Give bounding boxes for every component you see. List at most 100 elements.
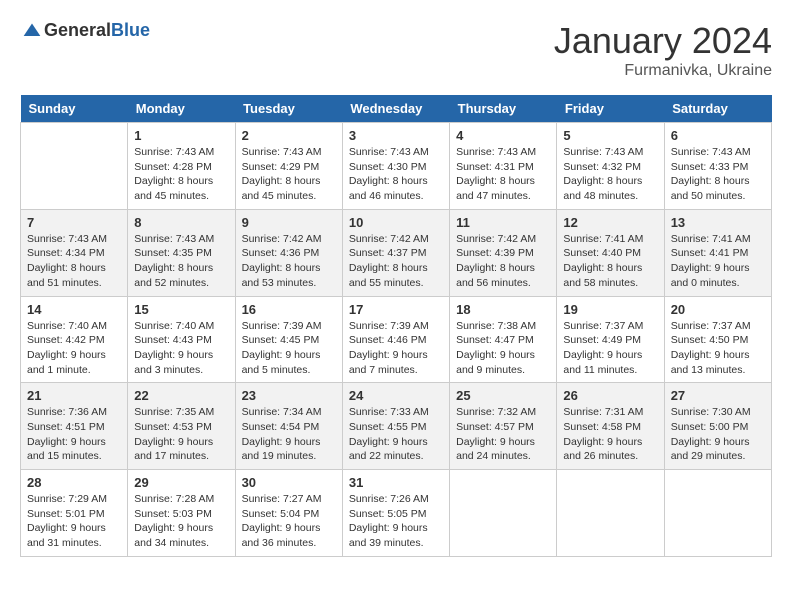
date-number: 20 xyxy=(671,302,765,317)
daylight-text: Daylight: 8 hours and 53 minutes. xyxy=(242,261,336,290)
date-number: 7 xyxy=(27,215,121,230)
daylight-text: Daylight: 8 hours and 58 minutes. xyxy=(563,261,657,290)
date-number: 24 xyxy=(349,388,443,403)
calendar-cell xyxy=(450,470,557,557)
cell-content: Sunrise: 7:43 AM Sunset: 4:30 PM Dayligh… xyxy=(349,145,443,204)
date-number: 29 xyxy=(134,475,228,490)
date-number: 13 xyxy=(671,215,765,230)
calendar-cell: 1 Sunrise: 7:43 AM Sunset: 4:28 PM Dayli… xyxy=(128,123,235,210)
calendar-cell: 25 Sunrise: 7:32 AM Sunset: 4:57 PM Dayl… xyxy=(450,383,557,470)
sunset-text: Sunset: 4:28 PM xyxy=(134,160,228,175)
weekday-header-row: SundayMondayTuesdayWednesdayThursdayFrid… xyxy=(21,95,772,123)
cell-content: Sunrise: 7:42 AM Sunset: 4:36 PM Dayligh… xyxy=(242,232,336,291)
sunrise-text: Sunrise: 7:40 AM xyxy=(134,319,228,334)
date-number: 16 xyxy=(242,302,336,317)
calendar-cell: 16 Sunrise: 7:39 AM Sunset: 4:45 PM Dayl… xyxy=(235,296,342,383)
sunrise-text: Sunrise: 7:43 AM xyxy=(563,145,657,160)
cell-content: Sunrise: 7:33 AM Sunset: 4:55 PM Dayligh… xyxy=(349,405,443,464)
daylight-text: Daylight: 9 hours and 34 minutes. xyxy=(134,521,228,550)
sunrise-text: Sunrise: 7:32 AM xyxy=(456,405,550,420)
cell-content: Sunrise: 7:29 AM Sunset: 5:01 PM Dayligh… xyxy=(27,492,121,551)
cell-content: Sunrise: 7:36 AM Sunset: 4:51 PM Dayligh… xyxy=(27,405,121,464)
sunrise-text: Sunrise: 7:43 AM xyxy=(134,232,228,247)
sunrise-text: Sunrise: 7:33 AM xyxy=(349,405,443,420)
daylight-text: Daylight: 9 hours and 7 minutes. xyxy=(349,348,443,377)
date-number: 12 xyxy=(563,215,657,230)
date-number: 19 xyxy=(563,302,657,317)
date-number: 23 xyxy=(242,388,336,403)
daylight-text: Daylight: 8 hours and 52 minutes. xyxy=(134,261,228,290)
date-number: 15 xyxy=(134,302,228,317)
sunrise-text: Sunrise: 7:27 AM xyxy=(242,492,336,507)
cell-content: Sunrise: 7:43 AM Sunset: 4:33 PM Dayligh… xyxy=(671,145,765,204)
sunset-text: Sunset: 4:37 PM xyxy=(349,246,443,261)
sunset-text: Sunset: 4:42 PM xyxy=(27,333,121,348)
calendar-cell: 30 Sunrise: 7:27 AM Sunset: 5:04 PM Dayl… xyxy=(235,470,342,557)
cell-content: Sunrise: 7:39 AM Sunset: 4:46 PM Dayligh… xyxy=(349,319,443,378)
date-number: 6 xyxy=(671,128,765,143)
sunrise-text: Sunrise: 7:38 AM xyxy=(456,319,550,334)
sunset-text: Sunset: 4:57 PM xyxy=(456,420,550,435)
date-number: 2 xyxy=(242,128,336,143)
sunset-text: Sunset: 4:34 PM xyxy=(27,246,121,261)
daylight-text: Daylight: 8 hours and 45 minutes. xyxy=(134,174,228,203)
calendar-cell xyxy=(557,470,664,557)
calendar-cell: 17 Sunrise: 7:39 AM Sunset: 4:46 PM Dayl… xyxy=(342,296,449,383)
sunrise-text: Sunrise: 7:41 AM xyxy=(563,232,657,247)
calendar-cell: 2 Sunrise: 7:43 AM Sunset: 4:29 PM Dayli… xyxy=(235,123,342,210)
cell-content: Sunrise: 7:28 AM Sunset: 5:03 PM Dayligh… xyxy=(134,492,228,551)
daylight-text: Daylight: 9 hours and 3 minutes. xyxy=(134,348,228,377)
date-number: 21 xyxy=(27,388,121,403)
sunrise-text: Sunrise: 7:43 AM xyxy=(27,232,121,247)
cell-content: Sunrise: 7:42 AM Sunset: 4:37 PM Dayligh… xyxy=(349,232,443,291)
calendar-cell: 9 Sunrise: 7:42 AM Sunset: 4:36 PM Dayli… xyxy=(235,209,342,296)
date-number: 8 xyxy=(134,215,228,230)
date-number: 11 xyxy=(456,215,550,230)
sunset-text: Sunset: 4:40 PM xyxy=(563,246,657,261)
sunset-text: Sunset: 5:05 PM xyxy=(349,507,443,522)
sunrise-text: Sunrise: 7:43 AM xyxy=(456,145,550,160)
date-number: 27 xyxy=(671,388,765,403)
calendar-week-row: 28 Sunrise: 7:29 AM Sunset: 5:01 PM Dayl… xyxy=(21,470,772,557)
weekday-header-sunday: Sunday xyxy=(21,95,128,123)
calendar-cell: 18 Sunrise: 7:38 AM Sunset: 4:47 PM Dayl… xyxy=(450,296,557,383)
cell-content: Sunrise: 7:43 AM Sunset: 4:34 PM Dayligh… xyxy=(27,232,121,291)
calendar-cell xyxy=(664,470,771,557)
calendar-cell: 27 Sunrise: 7:30 AM Sunset: 5:00 PM Dayl… xyxy=(664,383,771,470)
sunset-text: Sunset: 4:33 PM xyxy=(671,160,765,175)
calendar-cell: 26 Sunrise: 7:31 AM Sunset: 4:58 PM Dayl… xyxy=(557,383,664,470)
calendar-cell: 15 Sunrise: 7:40 AM Sunset: 4:43 PM Dayl… xyxy=(128,296,235,383)
cell-content: Sunrise: 7:43 AM Sunset: 4:31 PM Dayligh… xyxy=(456,145,550,204)
daylight-text: Daylight: 9 hours and 15 minutes. xyxy=(27,435,121,464)
daylight-text: Daylight: 9 hours and 13 minutes. xyxy=(671,348,765,377)
cell-content: Sunrise: 7:41 AM Sunset: 4:41 PM Dayligh… xyxy=(671,232,765,291)
cell-content: Sunrise: 7:38 AM Sunset: 4:47 PM Dayligh… xyxy=(456,319,550,378)
cell-content: Sunrise: 7:43 AM Sunset: 4:28 PM Dayligh… xyxy=(134,145,228,204)
calendar-cell: 4 Sunrise: 7:43 AM Sunset: 4:31 PM Dayli… xyxy=(450,123,557,210)
sunrise-text: Sunrise: 7:43 AM xyxy=(671,145,765,160)
date-number: 28 xyxy=(27,475,121,490)
date-number: 1 xyxy=(134,128,228,143)
date-number: 17 xyxy=(349,302,443,317)
date-number: 9 xyxy=(242,215,336,230)
weekday-header-tuesday: Tuesday xyxy=(235,95,342,123)
cell-content: Sunrise: 7:40 AM Sunset: 4:42 PM Dayligh… xyxy=(27,319,121,378)
weekday-header-monday: Monday xyxy=(128,95,235,123)
calendar-week-row: 14 Sunrise: 7:40 AM Sunset: 4:42 PM Dayl… xyxy=(21,296,772,383)
sunset-text: Sunset: 4:50 PM xyxy=(671,333,765,348)
sunset-text: Sunset: 4:31 PM xyxy=(456,160,550,175)
sunrise-text: Sunrise: 7:37 AM xyxy=(671,319,765,334)
logo: GeneralBlue xyxy=(20,20,150,41)
sunset-text: Sunset: 4:51 PM xyxy=(27,420,121,435)
logo-icon xyxy=(22,21,42,41)
daylight-text: Daylight: 8 hours and 48 minutes. xyxy=(563,174,657,203)
sunset-text: Sunset: 4:55 PM xyxy=(349,420,443,435)
date-number: 10 xyxy=(349,215,443,230)
calendar-cell: 11 Sunrise: 7:42 AM Sunset: 4:39 PM Dayl… xyxy=(450,209,557,296)
date-number: 3 xyxy=(349,128,443,143)
cell-content: Sunrise: 7:40 AM Sunset: 4:43 PM Dayligh… xyxy=(134,319,228,378)
location-title: Furmanivka, Ukraine xyxy=(554,62,772,80)
cell-content: Sunrise: 7:27 AM Sunset: 5:04 PM Dayligh… xyxy=(242,492,336,551)
sunset-text: Sunset: 4:29 PM xyxy=(242,160,336,175)
sunrise-text: Sunrise: 7:39 AM xyxy=(349,319,443,334)
